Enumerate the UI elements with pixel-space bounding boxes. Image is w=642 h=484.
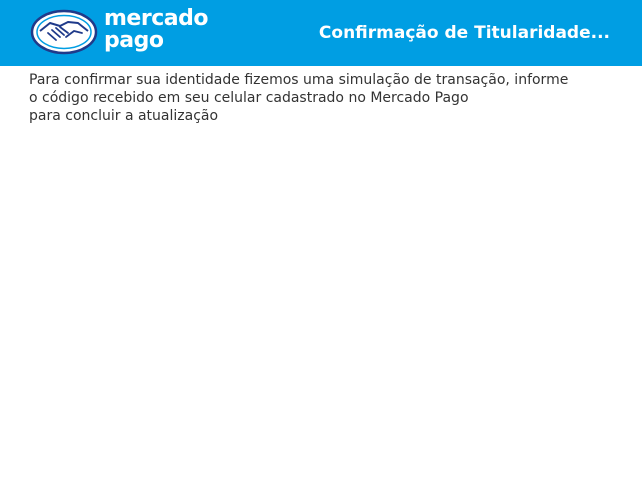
page: mercado pago Confirmação de Titularidade… (0, 0, 642, 484)
message-line-1: Para confirmar sua identidade fizemos um… (29, 72, 569, 88)
brand-logo-text: mercado pago (104, 8, 208, 52)
instruction-message: Para confirmar sua identidade fizemos um… (29, 71, 609, 125)
message-line-3: para concluir a atualização (29, 108, 219, 124)
header-bar: mercado pago Confirmação de Titularidade… (0, 0, 642, 66)
page-title: Confirmação de Titularidade... (318, 23, 610, 43)
brand-line-1: mercado (104, 6, 208, 31)
handshake-icon (30, 9, 98, 55)
brand-line-2: pago (104, 28, 164, 53)
message-line-2: o código recebido em seu celular cadastr… (29, 90, 469, 106)
